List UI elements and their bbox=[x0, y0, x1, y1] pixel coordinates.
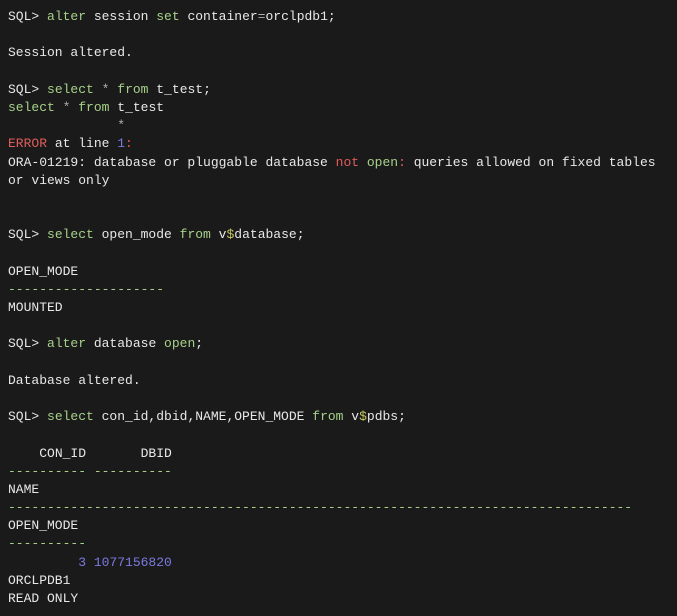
terminal-line: ORCLPDB1 bbox=[8, 572, 669, 590]
terminal-line bbox=[8, 317, 669, 335]
terminal-segment: open bbox=[164, 336, 195, 351]
terminal-segment: SQL> bbox=[8, 82, 47, 97]
terminal-segment: -------------------- bbox=[8, 282, 164, 297]
terminal-segment: ; bbox=[195, 336, 203, 351]
terminal-line: * bbox=[8, 117, 669, 135]
terminal-segment: at line bbox=[47, 136, 117, 151]
terminal-segment: select bbox=[8, 100, 55, 115]
terminal-segment bbox=[8, 555, 78, 570]
terminal-line: OPEN_MODE bbox=[8, 263, 669, 281]
terminal-line bbox=[8, 244, 669, 262]
terminal-segment: session bbox=[86, 9, 156, 24]
terminal-segment: OPEN_MODE bbox=[8, 264, 78, 279]
terminal-line: ----------------------------------------… bbox=[8, 499, 669, 517]
terminal-segment: NAME bbox=[8, 482, 39, 497]
terminal-segment: READ ONLY bbox=[8, 591, 78, 606]
terminal-segment: t_test; bbox=[148, 82, 210, 97]
terminal-segment: from bbox=[180, 227, 211, 242]
terminal-segment: v bbox=[211, 227, 227, 242]
terminal-segment: * bbox=[117, 118, 125, 133]
terminal-line: 3 1077156820 bbox=[8, 554, 669, 572]
terminal-segment: 3 1077156820 bbox=[78, 555, 172, 570]
terminal-segment: from bbox=[117, 82, 148, 97]
terminal-line bbox=[8, 426, 669, 444]
terminal-line: SQL> alter database open; bbox=[8, 335, 669, 353]
terminal-segment: database bbox=[86, 336, 164, 351]
terminal-line: ORA-01219: database or pluggable databas… bbox=[8, 154, 669, 190]
terminal-line: SQL> select open_mode from v$database; bbox=[8, 226, 669, 244]
terminal-segment: ORA-01219: database or pluggable databas… bbox=[8, 155, 336, 170]
terminal-segment: : bbox=[125, 136, 133, 151]
terminal-segment: MOUNTED bbox=[8, 300, 63, 315]
terminal-segment: orclpdb1; bbox=[265, 9, 335, 24]
terminal-line bbox=[8, 190, 669, 208]
terminal-segment: $ bbox=[359, 409, 367, 424]
terminal-segment: ----------------------------------------… bbox=[8, 500, 632, 515]
terminal-segment: ---------- bbox=[8, 536, 86, 551]
terminal-line bbox=[8, 354, 669, 372]
terminal-line: -------------------- bbox=[8, 281, 669, 299]
terminal-segment: from bbox=[312, 409, 343, 424]
terminal-segment: from bbox=[78, 100, 109, 115]
terminal-segment: con_id,dbid,NAME,OPEN_MODE bbox=[94, 409, 312, 424]
terminal-segment: set bbox=[156, 9, 179, 24]
terminal-segment: open bbox=[367, 155, 398, 170]
terminal-line: select * from t_test bbox=[8, 99, 669, 117]
terminal-segment: container bbox=[180, 9, 258, 24]
terminal-segment: ERROR bbox=[8, 136, 47, 151]
terminal-segment: Database altered. bbox=[8, 373, 141, 388]
terminal-line bbox=[8, 208, 669, 226]
terminal-line: ---------- bbox=[8, 535, 669, 553]
terminal-segment: ORCLPDB1 bbox=[8, 573, 70, 588]
terminal-segment: alter bbox=[47, 336, 86, 351]
terminal-segment: alter bbox=[47, 9, 86, 24]
terminal-line: CON_ID DBID bbox=[8, 445, 669, 463]
terminal-segment bbox=[8, 118, 117, 133]
terminal-segment: select bbox=[47, 82, 94, 97]
terminal-segment: SQL> bbox=[8, 9, 47, 24]
terminal-segment: : bbox=[398, 155, 414, 170]
terminal-segment: t_test bbox=[109, 100, 164, 115]
terminal-line: SQL> select * from t_test; bbox=[8, 81, 669, 99]
terminal-output: SQL> alter session set container=orclpdb… bbox=[8, 8, 669, 608]
terminal-segment: v bbox=[343, 409, 359, 424]
terminal-line: Database altered. bbox=[8, 372, 669, 390]
terminal-segment: select bbox=[47, 409, 94, 424]
terminal-segment: select bbox=[47, 227, 94, 242]
terminal-segment: ---------- ---------- bbox=[8, 464, 172, 479]
terminal-line: ERROR at line 1: bbox=[8, 135, 669, 153]
terminal-segment: SQL> bbox=[8, 409, 47, 424]
terminal-line bbox=[8, 390, 669, 408]
terminal-segment: SQL> bbox=[8, 336, 47, 351]
terminal-line: Session altered. bbox=[8, 44, 669, 62]
terminal-segment bbox=[359, 155, 367, 170]
terminal-segment: SQL> bbox=[8, 227, 47, 242]
terminal-line: NAME bbox=[8, 481, 669, 499]
terminal-line: OPEN_MODE bbox=[8, 517, 669, 535]
terminal-segment: database; bbox=[234, 227, 304, 242]
terminal-segment: open_mode bbox=[94, 227, 180, 242]
terminal-line bbox=[8, 63, 669, 81]
terminal-line bbox=[8, 26, 669, 44]
terminal-line: SQL> select con_id,dbid,NAME,OPEN_MODE f… bbox=[8, 408, 669, 426]
terminal-segment: 1 bbox=[117, 136, 125, 151]
terminal-segment: OPEN_MODE bbox=[8, 518, 78, 533]
terminal-line: ---------- ---------- bbox=[8, 463, 669, 481]
terminal-segment bbox=[94, 82, 102, 97]
terminal-line: MOUNTED bbox=[8, 299, 669, 317]
terminal-segment: pdbs; bbox=[367, 409, 406, 424]
terminal-line: READ ONLY bbox=[8, 590, 669, 608]
terminal-segment: CON_ID DBID bbox=[8, 446, 172, 461]
terminal-segment: Session altered. bbox=[8, 45, 133, 60]
terminal-segment: not bbox=[336, 155, 359, 170]
terminal-segment bbox=[55, 100, 63, 115]
terminal-line: SQL> alter session set container=orclpdb… bbox=[8, 8, 669, 26]
